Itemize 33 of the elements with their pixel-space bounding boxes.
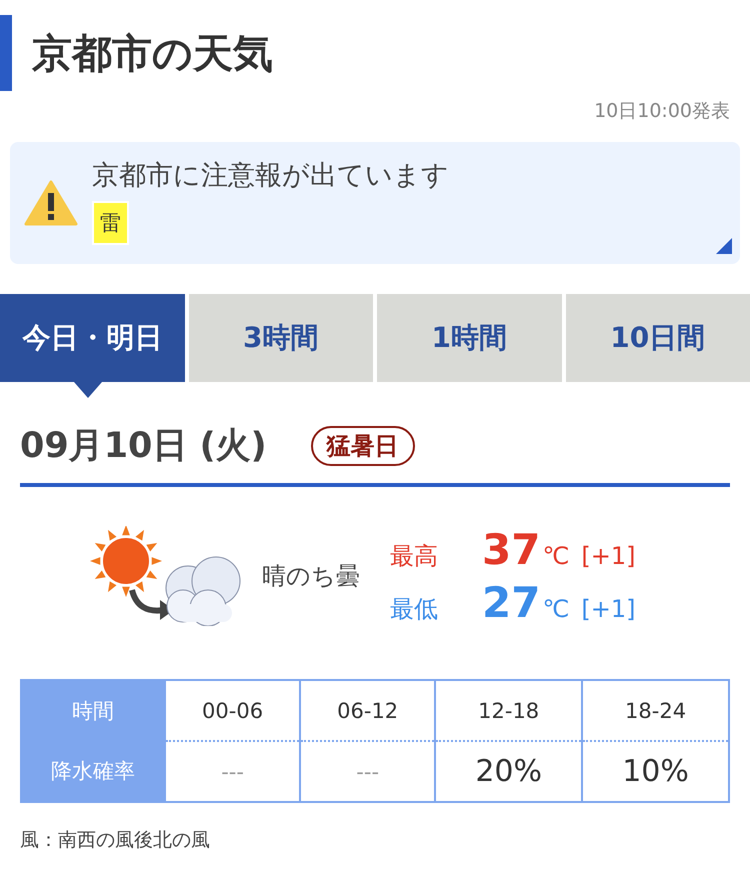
heat-badge: 猛暑日	[310, 426, 415, 466]
temp-diff: [+1]	[581, 542, 636, 570]
tab-pointer	[74, 382, 102, 398]
temp-diff: [+1]	[581, 595, 636, 623]
table-cell: 06-12	[300, 680, 436, 741]
warning-icon	[24, 179, 78, 227]
table-cell: 12-18	[435, 680, 582, 741]
table-cell: ---	[300, 741, 436, 802]
weather-text: 晴のち曇	[262, 561, 361, 592]
corner-triangle-icon	[716, 238, 732, 254]
table-cell: 20%	[435, 741, 582, 802]
row-header: 時間	[21, 680, 165, 741]
temp-value: 37	[482, 525, 540, 574]
page-title: 京都市の天気	[32, 30, 273, 78]
temp-label: 最低	[390, 594, 439, 625]
table-cell: 00-06	[165, 680, 300, 741]
tab[interactable]: 3時間	[188, 294, 373, 382]
alert-panel[interactable]: 京都市に注意報が出ています 雷	[10, 142, 740, 264]
temp-label: 最高	[390, 541, 439, 572]
table-cell: ---	[165, 741, 300, 802]
published-time: 10日10:00発表	[593, 99, 731, 124]
tab[interactable]: 10日間	[566, 294, 750, 382]
alert-message: 京都市に注意報が出ています	[92, 159, 449, 193]
table-cell: 10%	[582, 741, 729, 802]
temp-unit: ℃	[542, 542, 570, 570]
tab[interactable]: 1時間	[377, 294, 562, 382]
row-header: 降水確率	[21, 741, 165, 802]
wind-text: 風：南西の風後北の風	[20, 828, 211, 853]
temp-value: 27	[482, 578, 540, 627]
warning-tag: 雷	[92, 201, 129, 245]
table-cell: 18-24	[582, 680, 729, 741]
temp-unit: ℃	[542, 595, 570, 623]
forecast-date: 09月10日 (火)	[20, 425, 267, 468]
